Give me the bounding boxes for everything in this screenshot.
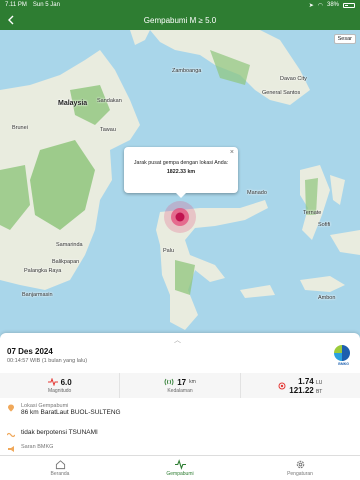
- location-icon: ➤: [308, 2, 314, 9]
- advice-row: Saran BMKG: [7, 444, 53, 453]
- back-button[interactable]: [4, 12, 18, 28]
- status-bar: 7.11 PM Sun 5 Jan ➤ ◠ 38%: [0, 0, 360, 10]
- bmkg-logo: [334, 345, 350, 361]
- target-icon: [278, 382, 286, 389]
- stats-row: 6.0 Magnitudo 17 km Kedalaman 1.74 LU 12…: [0, 373, 360, 398]
- megaphone-icon: [8, 446, 14, 452]
- wifi-icon: ◠: [317, 2, 323, 9]
- page-title: Gempabumi M ≥ 5.0: [143, 15, 217, 25]
- seismograph-icon: [174, 459, 186, 470]
- tsunami-status: tidak berpotensi TSUNAMI: [21, 429, 98, 436]
- map-pin-icon: [8, 404, 14, 412]
- coordinates-stat: 1.74 LU 121.22 BT: [241, 373, 360, 398]
- battery-icon: [343, 2, 355, 8]
- tab-pengaturan[interactable]: Pengaturan: [240, 456, 360, 480]
- tab-label-beranda: Beranda: [50, 471, 70, 477]
- distance-label: Jarak pusat gempa dengan lokasi Anda:: [133, 160, 229, 166]
- tab-beranda[interactable]: Beranda: [0, 456, 120, 480]
- distance-popup: × Jarak pusat gempa dengan lokasi Anda: …: [124, 147, 238, 198]
- magnitude-value: 6.0: [60, 377, 72, 387]
- depth-stat: 17 km Kedalaman: [120, 373, 241, 398]
- tab-label-gempabumi: Gempabumi: [166, 471, 194, 477]
- magnitude-label: Magnitudo: [47, 387, 72, 394]
- map-label-palu: Palu: [163, 248, 175, 254]
- location-text: 86 km BaratLaut BUOL-SULTENG: [21, 409, 121, 416]
- seismograph-icon: [47, 378, 58, 386]
- chevron-left-icon: [8, 15, 14, 25]
- distance-value: 1822.33 km: [166, 169, 196, 175]
- map-label-sandakan: Sandakan: [97, 98, 122, 104]
- longitude-value: 121.22: [289, 385, 314, 395]
- map-label-samarinda: Samarinda: [56, 242, 83, 248]
- magnitude-stat: 6.0 Magnitudo: [0, 373, 121, 398]
- depth-waves-icon: [164, 378, 174, 386]
- tsunami-row: tidak berpotensi TSUNAMI: [7, 429, 98, 438]
- map-label-balikpapan: Balikpapan: [52, 259, 80, 265]
- location-row: Lokasi Gempabumi 86 km BaratLaut BUOL-SU…: [7, 403, 121, 416]
- event-date: 07 Des 2024: [7, 347, 53, 356]
- map-label-brunei: Brunei: [12, 125, 28, 131]
- earthquake-map[interactable]: Sesar Malaysia Brunei Zamboanga Davao Ci…: [0, 30, 360, 340]
- map-label-malaysia: Malaysia: [58, 100, 88, 107]
- map-label-tawau: Tawau: [100, 127, 116, 133]
- fault-toggle-button[interactable]: Sesar: [333, 34, 356, 44]
- tab-gempabumi[interactable]: Gempabumi: [120, 456, 240, 480]
- tab-label-pengaturan: Pengaturan: [287, 471, 313, 477]
- map-label-davao: Davao City: [280, 76, 307, 82]
- gear-icon: [296, 460, 304, 469]
- app-bar: Gempabumi M ≥ 5.0: [0, 10, 360, 30]
- map-label-banjarmasin: Banjarmasin: [22, 292, 53, 298]
- status-time: 7.11 PM: [5, 2, 27, 8]
- event-time: 00:14:57 WIB (1 bulan yang lalu): [7, 358, 88, 364]
- status-date: Sun 5 Jan: [32, 2, 60, 8]
- map-label-palangka-raya: Palangka Raya: [24, 268, 62, 274]
- close-icon[interactable]: ×: [230, 149, 234, 156]
- map-label-general-santos: General Santos: [262, 90, 301, 96]
- longitude-unit: BT: [315, 388, 323, 395]
- battery-percent: 38%: [326, 2, 339, 8]
- map-label-ambon: Ambon: [318, 295, 336, 301]
- earthquake-detail-sheet: ︿ 07 Des 2024 00:14:57 WIB (1 bulan yang…: [0, 333, 360, 455]
- depth-unit: km: [189, 379, 196, 385]
- map-label-manado: Manado: [247, 190, 267, 196]
- map-label-ternate: Ternate: [303, 210, 322, 216]
- bmkg-logo-text: BMKG: [338, 362, 349, 366]
- bottom-tab-bar: Beranda Gempabumi Pengaturan: [0, 455, 360, 480]
- map-label-zamboanga: Zamboanga: [172, 68, 202, 74]
- latitude-value: 1.74: [298, 376, 314, 386]
- wave-icon: [7, 432, 15, 438]
- map-label-sofifi: Sofifi: [318, 222, 331, 228]
- depth-value: 17: [177, 377, 187, 387]
- depth-label: Kedalaman: [167, 387, 193, 394]
- sheet-handle-chevron-up-icon[interactable]: ︿: [174, 335, 181, 345]
- advice-label: Saran BMKG: [21, 444, 54, 450]
- home-icon: [55, 460, 65, 470]
